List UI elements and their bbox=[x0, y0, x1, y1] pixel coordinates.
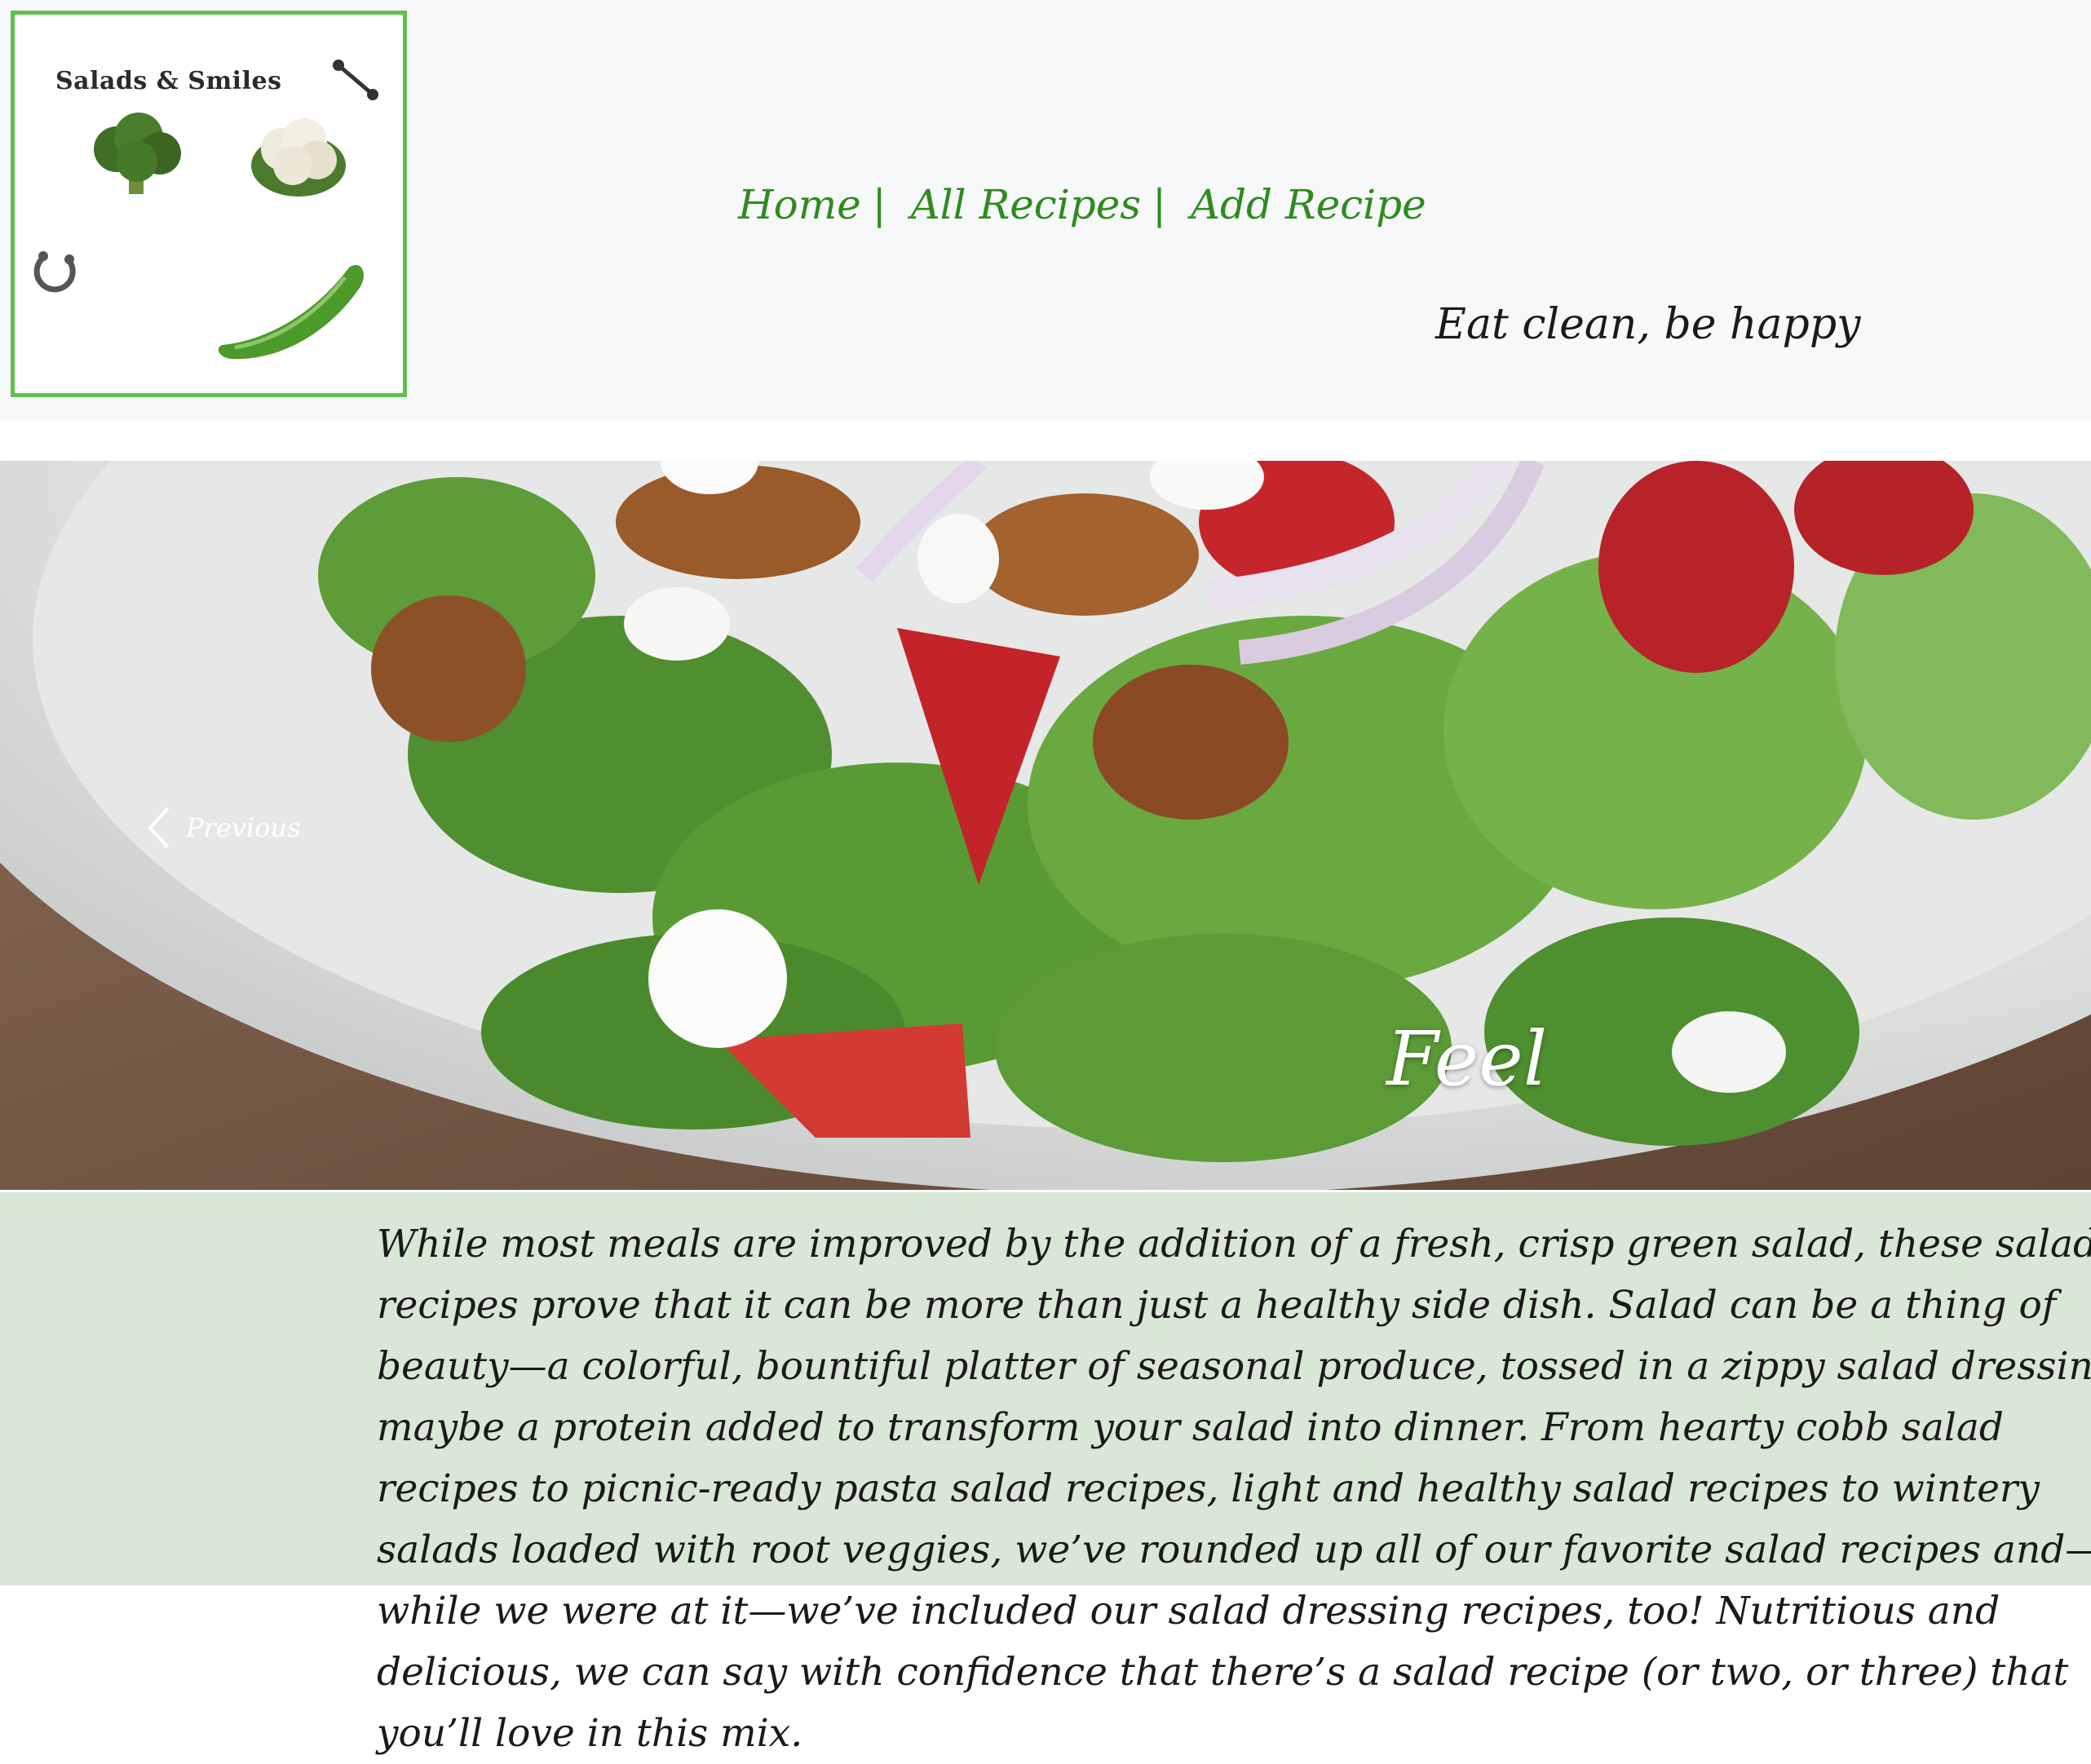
main-nav: Home | All Recipes | Add Recipe bbox=[738, 181, 1426, 238]
hero-slideshow bbox=[0, 461, 2091, 1190]
site-tagline: Eat clean, be happy bbox=[1435, 300, 1861, 349]
slide-caption: Feel bbox=[1386, 1015, 1548, 1103]
nav-separator: | bbox=[1152, 181, 1166, 228]
ring-icon bbox=[33, 251, 76, 293]
nav-home-link[interactable]: Home bbox=[738, 181, 861, 228]
chevron-left-icon bbox=[148, 807, 170, 849]
site-logo[interactable]: Salads & Smiles bbox=[11, 11, 407, 397]
nav-all-recipes-link[interactable]: All Recipes bbox=[911, 181, 1141, 228]
nav-separator: | bbox=[872, 181, 886, 228]
cauliflower-icon bbox=[251, 118, 346, 197]
logo-title: Salads & Smiles bbox=[55, 67, 282, 95]
previous-label: Previous bbox=[186, 812, 301, 843]
slideshow-previous-button[interactable]: Previous bbox=[145, 803, 300, 852]
whisk-icon bbox=[333, 60, 378, 100]
cucumber-icon bbox=[218, 264, 364, 360]
nav-add-recipe-link[interactable]: Add Recipe bbox=[1191, 181, 1426, 228]
broccoli-icon bbox=[94, 113, 181, 194]
site-header: Salads & Smiles Home | All Recipes | Add… bbox=[0, 0, 2091, 421]
hero-image bbox=[0, 461, 2091, 1190]
intro-paragraph: While most meals are improved by the add… bbox=[377, 1222, 2091, 1756]
